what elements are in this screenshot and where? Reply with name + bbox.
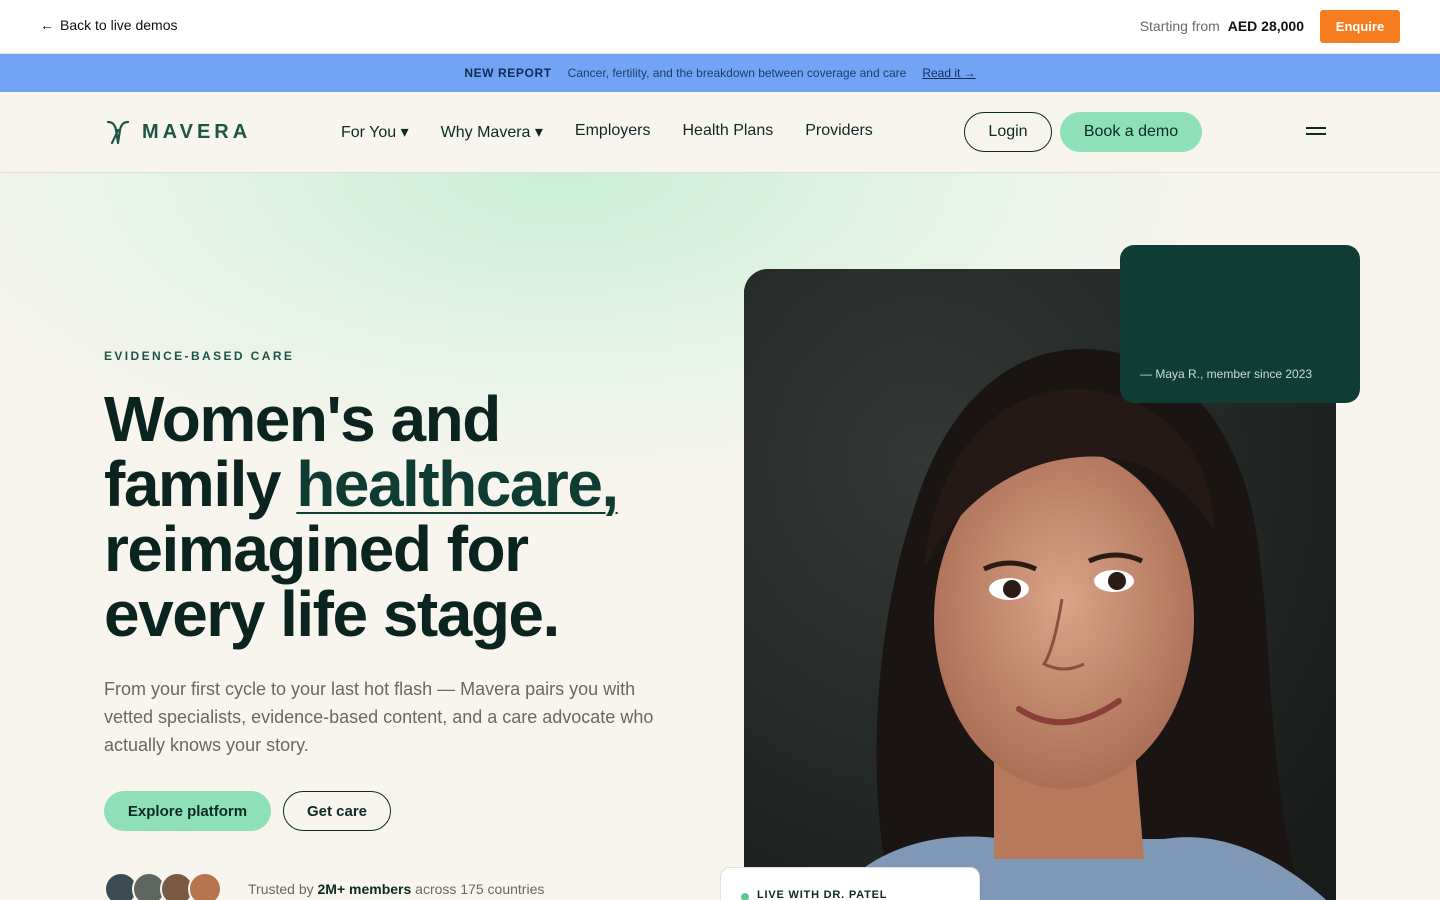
live-session-card[interactable]: LIVE WITH DR. PATEL [720, 867, 980, 900]
hero-section: EVIDENCE-BASED CARE Women's and family h… [0, 173, 1440, 900]
nav-link-why-mavera[interactable]: Why Mavera ▾ [441, 122, 543, 142]
demo-top-bar: ← Back to live demos Starting from AED 2… [0, 0, 1440, 54]
mavera-logo[interactable]: MAVERA [106, 119, 251, 145]
headline-accent: healthcare, [296, 448, 619, 520]
nav-link-health-plans[interactable]: Health Plans [683, 122, 774, 142]
mavera-logo-icon [106, 120, 130, 145]
nav-link-for-you[interactable]: For You ▾ [341, 122, 409, 142]
back-to-demos-link[interactable]: ← Back to live demos [40, 17, 178, 33]
announcement-text: Cancer, fertility, and the breakdown bet… [567, 66, 907, 80]
announcement-banner: NEW REPORT Cancer, fertility, and the br… [0, 54, 1440, 92]
starting-price: Starting from AED 28,000 [1140, 18, 1304, 34]
enquire-button[interactable]: Enquire [1320, 10, 1400, 43]
headline-line-4: every life stage. [104, 578, 560, 650]
price-prefix: Starting from [1139, 18, 1220, 34]
nav-link-employers[interactable]: Employers [575, 122, 651, 142]
trust-bold: 2M+ members [317, 881, 412, 897]
live-status-dot-icon [741, 893, 749, 900]
nav-link-providers[interactable]: Providers [805, 122, 873, 142]
headline-line-1: Women's and [104, 383, 501, 455]
hero-headline: Women's and family healthcare, reimagine… [104, 387, 724, 647]
trust-suffix: across 175 countries [411, 881, 545, 897]
main-navigation: MAVERA For You ▾ Why Mavera ▾ Employers … [0, 92, 1440, 173]
trust-prefix: Trusted by [248, 881, 318, 897]
explore-platform-button[interactable]: Explore platform [104, 791, 271, 831]
price-value: AED 28,000 [1227, 18, 1304, 34]
logo-text: MAVERA [142, 120, 252, 143]
arrow-left-icon: ← [40, 17, 54, 33]
announcement-tag: NEW REPORT [464, 66, 552, 80]
testimonial-attribution: — Maya R., member since 2023 [1140, 367, 1313, 381]
member-avatars [104, 872, 222, 900]
testimonial-card: — Maya R., member since 2023 [1120, 245, 1360, 403]
book-demo-button[interactable]: Book a demo [1060, 112, 1202, 152]
headline-line-2-start: family [104, 448, 297, 520]
announcement-read-link[interactable]: Read it → [922, 66, 975, 80]
hero-eyebrow: EVIDENCE-BASED CARE [104, 349, 295, 363]
login-button[interactable]: Login [964, 112, 1052, 152]
get-care-button[interactable]: Get care [283, 791, 391, 831]
live-session-label: LIVE WITH DR. PATEL [757, 889, 888, 900]
headline-line-3: reimagined for [104, 513, 529, 585]
back-link-label: Back to live demos [60, 17, 178, 33]
trust-text: Trusted by 2M+ members across 175 countr… [248, 881, 544, 897]
hamburger-menu-icon[interactable] [1304, 123, 1328, 141]
hero-subtitle: From your first cycle to your last hot f… [104, 679, 654, 755]
avatar [188, 872, 222, 900]
nav-links: For You ▾ Why Mavera ▾ Employers Health … [341, 122, 873, 142]
